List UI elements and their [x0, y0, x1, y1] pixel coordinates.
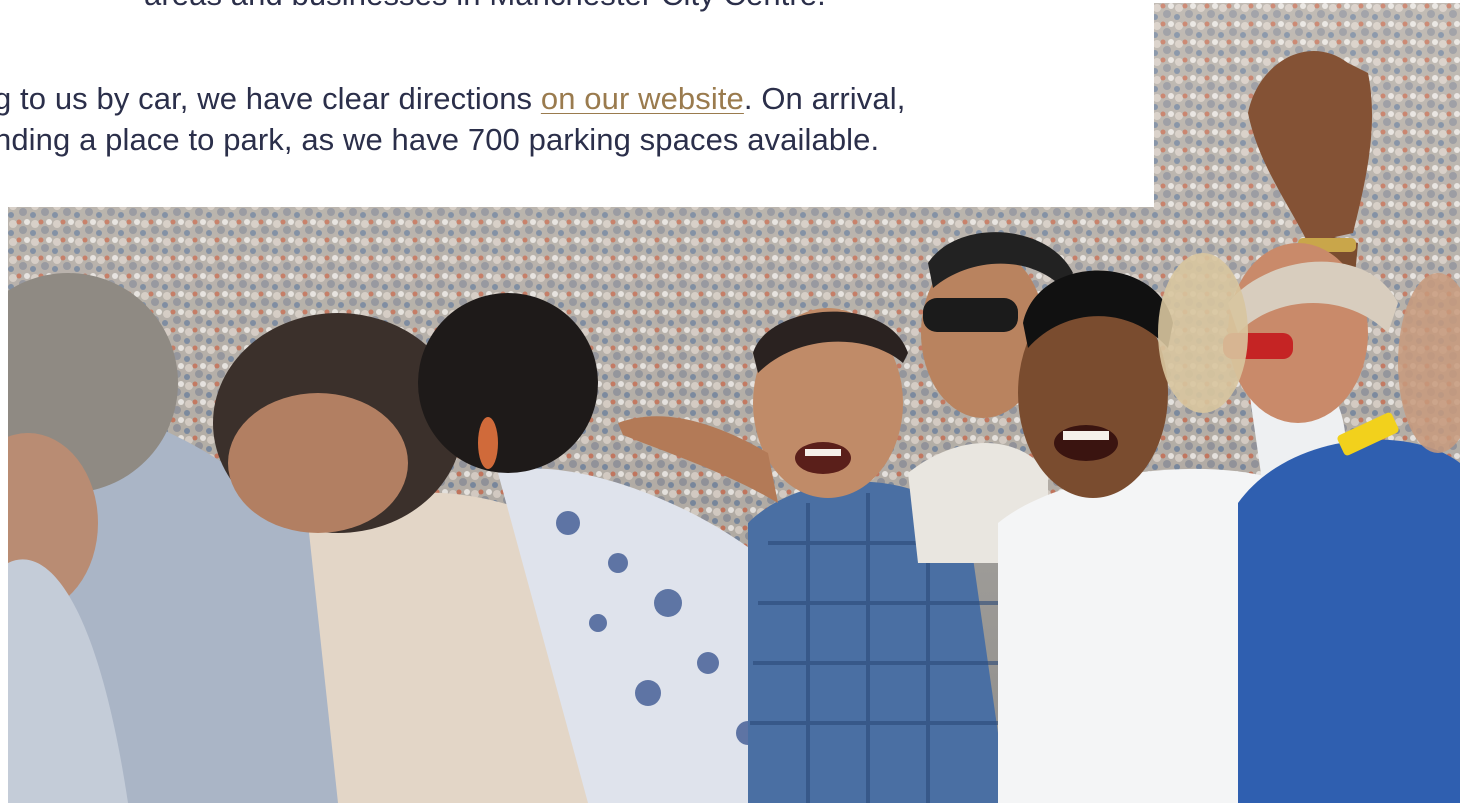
directions-card: areas and businesses in Manchester City …: [0, 0, 1154, 207]
page: areas and businesses in Manchester City …: [0, 0, 1466, 803]
directions-line2: nding a place to park, as we have 700 pa…: [0, 122, 880, 158]
intro-line: areas and businesses in Manchester City …: [144, 0, 826, 12]
intro-paragraph: areas and businesses in Manchester City …: [144, 0, 826, 15]
directions-paragraph: g to us by car, we have clear directions…: [0, 78, 905, 160]
website-link[interactable]: on our website: [541, 81, 744, 116]
directions-line1-start: g to us by car, we have clear directions: [0, 81, 541, 116]
directions-line1-end: . On arrival,: [743, 81, 906, 116]
